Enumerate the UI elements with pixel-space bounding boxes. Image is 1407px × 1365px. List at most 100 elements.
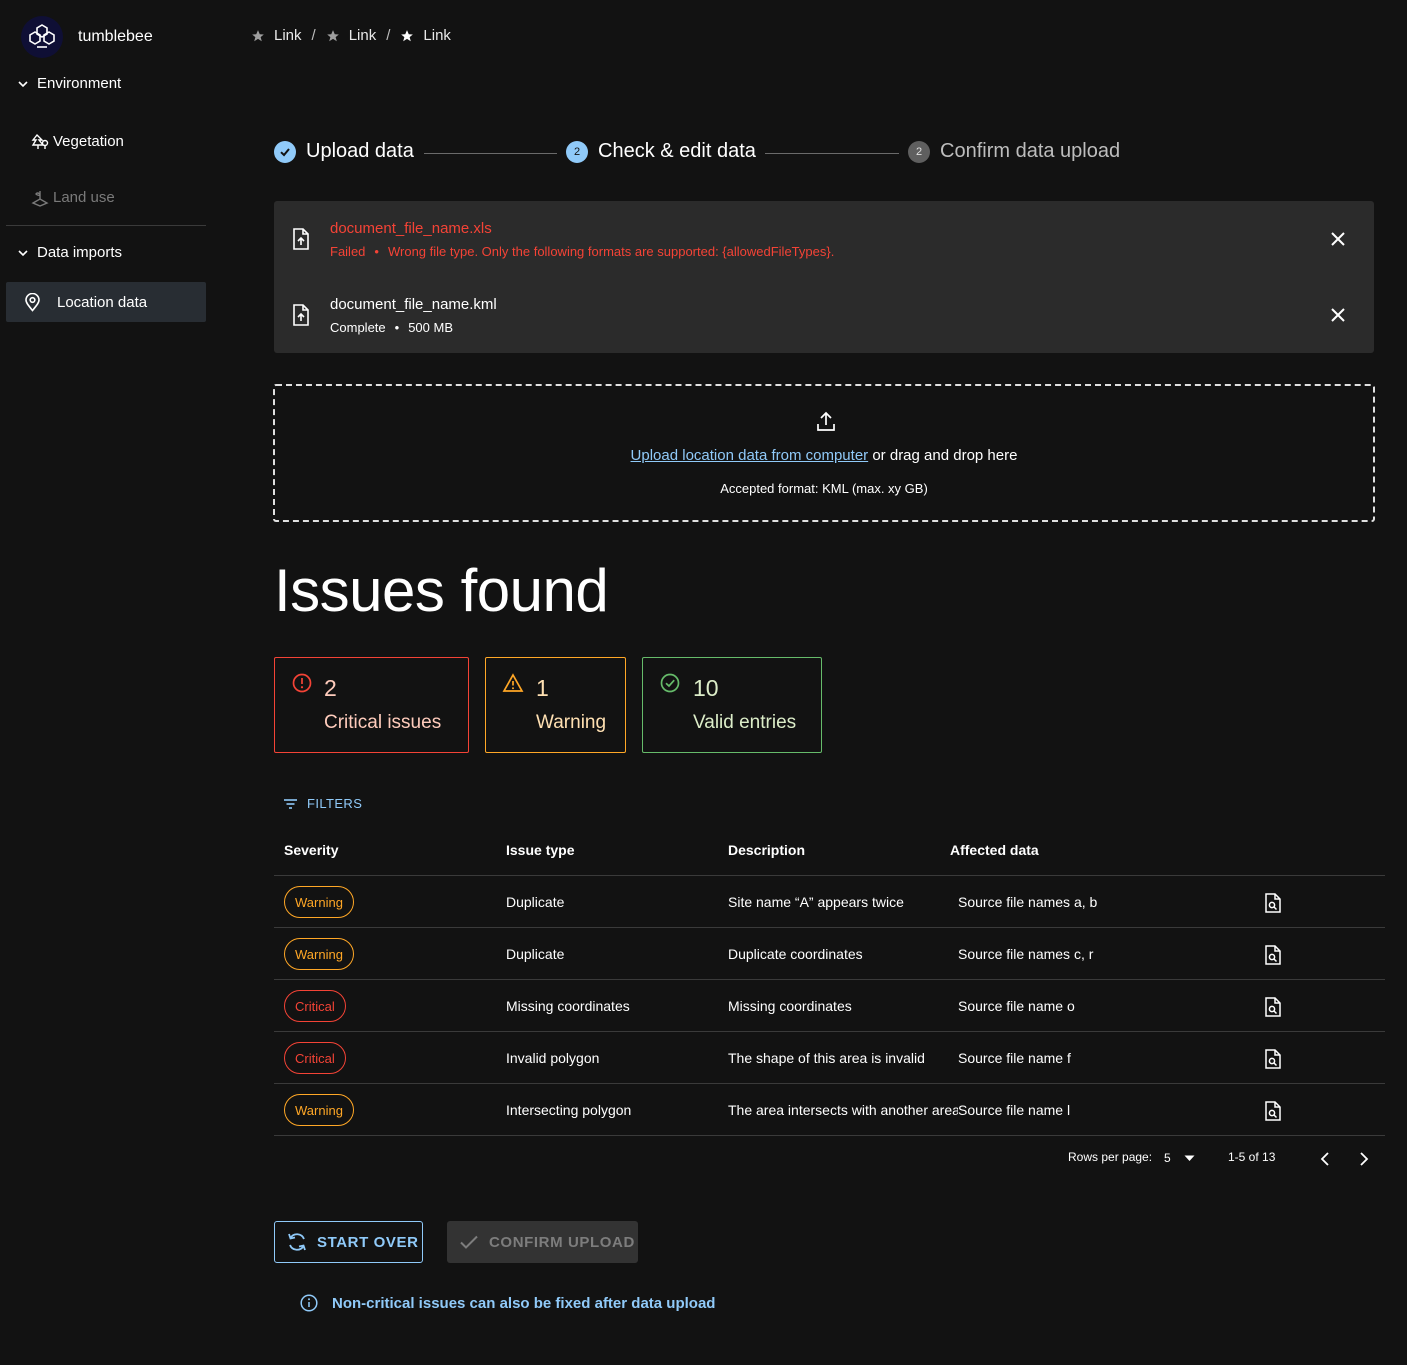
table-row[interactable]: Critical Invalid polygon The shape of th… [274,1032,1385,1084]
breadcrumb-link[interactable]: Link [326,27,376,44]
column-header-severity[interactable]: Severity [284,842,338,858]
brand[interactable]: tumblebee [21,16,153,58]
chevron-down-icon [18,249,28,256]
description-cell: The area intersects with another area [728,1102,960,1118]
valid-entries-card[interactable]: 10 Valid entries [642,657,822,753]
info-text: Non-critical issues can also be fixed af… [332,1294,716,1312]
close-icon[interactable] [1329,230,1347,248]
start-over-button[interactable]: START OVER [274,1221,423,1263]
step-connector [765,153,899,154]
file-search-icon[interactable] [1264,893,1282,913]
file-status: Failed [330,244,366,259]
description-cell: Missing coordinates [728,998,852,1014]
nav-group-label: Environment [37,75,122,92]
accepted-format: Accepted format: KML (max. xy GB) [720,481,928,496]
table-row[interactable]: Warning Duplicate Site name “A” appears … [274,876,1385,928]
critical-count: 2 [324,675,337,701]
land-use-icon [31,191,49,207]
file-search-icon[interactable] [1264,997,1282,1017]
step-number: 2 [566,140,588,163]
step-check-edit-data: 2 Check & edit data [566,140,756,163]
rows-per-page-select[interactable]: 5 [1164,1151,1171,1165]
chevron-left-icon[interactable] [1318,1151,1332,1167]
nav-group-environment[interactable]: Environment [16,75,121,92]
description-cell: The shape of this area is invalid [728,1050,925,1066]
issues-table: Severity Issue type Description Affected… [274,826,1385,1136]
app-name: tumblebee [78,28,153,45]
confirm-upload-label: CONFIRM UPLOAD [489,1233,635,1251]
file-status: Complete [330,320,386,335]
sidebar-item-vegetation[interactable]: Vegetation [30,131,124,151]
chevron-right-icon[interactable] [1357,1151,1371,1167]
sidebar-item-label: Land use [53,188,115,206]
file-search-icon[interactable] [1264,1101,1282,1121]
sidebar-item-location-data[interactable]: Location data [6,282,206,322]
file-dropzone[interactable]: Upload location data from computer or dr… [273,384,1375,522]
upload-stepper: Upload data 2 Check & edit data 2 Confir… [274,140,1134,166]
warning-card[interactable]: 1 Warning [485,657,626,753]
affected-data-cell: Source file name f [958,1050,1071,1066]
confirm-upload-button[interactable]: CONFIRM UPLOAD [447,1221,638,1263]
filters-label: FILTERS [307,796,363,811]
critical-issues-card[interactable]: 2 Critical issues [274,657,469,753]
file-meta: Failed • Wrong file type. Only the follo… [330,244,834,259]
file-row: document_file_name.kml Complete • 500 MB [274,277,1374,353]
column-header-affected-data[interactable]: Affected data [950,842,1039,858]
issue-type-cell: Invalid polygon [506,1050,600,1066]
step-label: Confirm data upload [940,140,1121,162]
table-header: Severity Issue type Description Affected… [274,826,1385,876]
column-header-issue-type[interactable]: Issue type [506,842,574,858]
check-icon [460,1235,478,1249]
uploaded-files-list: document_file_name.xls Failed • Wrong fi… [274,201,1374,353]
affected-data-cell: Source file names c, r [958,946,1094,962]
chevron-down-icon [18,80,28,87]
meta-separator: • [374,244,379,259]
refresh-icon [288,1233,306,1251]
warning-icon [502,673,524,692]
dropdown-arrow-icon[interactable] [1184,1155,1195,1162]
breadcrumb-link[interactable]: Link [251,27,302,44]
file-error-message: Wrong file type. Only the following form… [387,244,835,259]
dropzone-hint: or drag and drop here [872,447,1018,464]
close-icon[interactable] [1329,306,1347,324]
logo-icon [21,16,63,58]
file-upload-icon [293,228,309,250]
file-meta: Complete • 500 MB [330,320,453,335]
issue-type-cell: Missing coordinates [506,998,630,1014]
sidebar-item-label: Vegetation [53,132,124,150]
affected-data-cell: Source file names a, b [958,894,1098,910]
table-row[interactable]: Warning Duplicate Duplicate coordinates … [274,928,1385,980]
description-cell: Duplicate coordinates [728,946,863,962]
start-over-label: START OVER [317,1233,419,1251]
pagination-range: 1-5 of 13 [1228,1150,1276,1164]
step-number: 2 [908,140,930,163]
file-size: 500 MB [408,320,454,335]
affected-data-cell: Source file name o [958,998,1075,1014]
file-search-icon[interactable] [1264,1049,1282,1069]
sidebar-divider [6,225,206,226]
upload-icon [817,411,835,431]
dropzone-text: Upload location data from computer or dr… [275,447,1373,464]
valid-label: Valid entries [693,712,797,733]
filters-button[interactable]: FILTERS [283,796,362,811]
nav-group-data-imports[interactable]: Data imports [16,244,122,261]
nav-group-label: Data imports [37,244,123,261]
column-header-description[interactable]: Description [728,842,805,858]
file-upload-icon [293,304,309,326]
error-icon [292,673,312,693]
info-message: Non-critical issues can also be fixed af… [300,1294,715,1312]
check-circle-outline-icon [660,673,680,693]
breadcrumb-separator: / [386,27,391,44]
table-row[interactable]: Warning Intersecting polygon The area in… [274,1084,1385,1136]
check-circle-icon [274,140,296,163]
upload-from-computer-link[interactable]: Upload location data from computer [631,447,869,464]
breadcrumb: Link / Link / Link [251,27,451,44]
severity-chip: Critical [284,1042,346,1074]
star-icon [401,29,414,41]
file-search-icon[interactable] [1264,945,1282,965]
table-row[interactable]: Critical Missing coordinates Missing coo… [274,980,1385,1032]
meta-separator: • [394,320,400,335]
breadcrumb-current[interactable]: Link [400,27,451,44]
severity-chip: Critical [284,990,346,1022]
critical-label: Critical issues [324,712,442,733]
